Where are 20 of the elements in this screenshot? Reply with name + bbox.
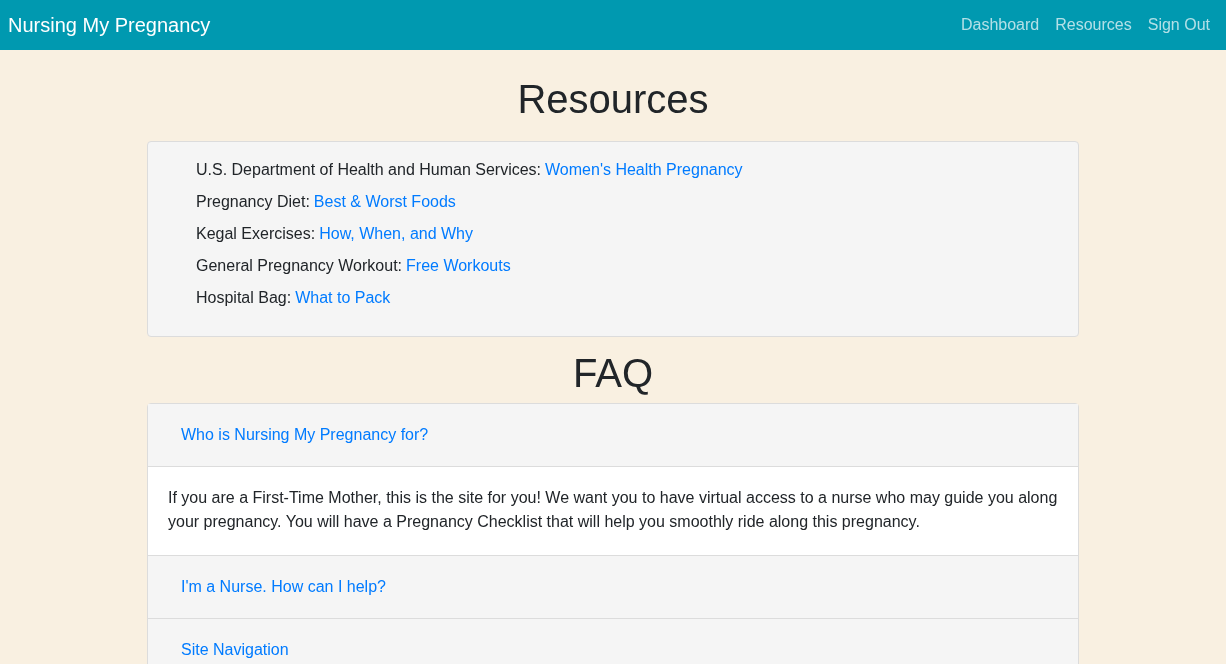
nav-link[interactable]: Dashboard	[960, 13, 1040, 37]
resource-link[interactable]: Free Workouts	[406, 250, 511, 282]
resource-label: Hospital Bag:	[196, 288, 292, 308]
answer-text: If you are a First-Time Mother, this is the site for you! We want you to have virtual access to a nurse who may guide you along your pregnancy. You will have a Pregnancy Checklist that will help you smoothly ride along this pregnancy.	[148, 467, 1078, 555]
section-heading: FAQ	[572, 350, 654, 397]
question-link[interactable]: Who is Nursing My Pregnancy for?	[181, 423, 429, 447]
resource-link[interactable]: What to Pack	[295, 282, 391, 314]
resource-link[interactable]: Best & Worst Foods	[313, 186, 456, 218]
resource-label: Pregnancy Diet:	[196, 192, 310, 212]
nav-link[interactable]: Sign Out	[1147, 13, 1210, 37]
page-heading: Resources	[516, 76, 710, 123]
question-link[interactable]: Site Navigation	[181, 638, 289, 662]
resource-link[interactable]: Women's Health Pregnancy	[545, 154, 743, 186]
resource-link[interactable]: How, When, and Why	[319, 218, 473, 250]
resource-label: Kegal Exercises:	[196, 224, 316, 244]
nav-link[interactable]: Resources	[1055, 13, 1132, 37]
question-link[interactable]: I'm a Nurse. How can I help?	[181, 575, 386, 599]
brand-link[interactable]: Nursing My Pregnancy	[8, 10, 211, 40]
resource-label: U.S. Department of Health and Human Services:	[196, 160, 542, 180]
resource-label: General Pregnancy Workout:	[196, 256, 403, 276]
